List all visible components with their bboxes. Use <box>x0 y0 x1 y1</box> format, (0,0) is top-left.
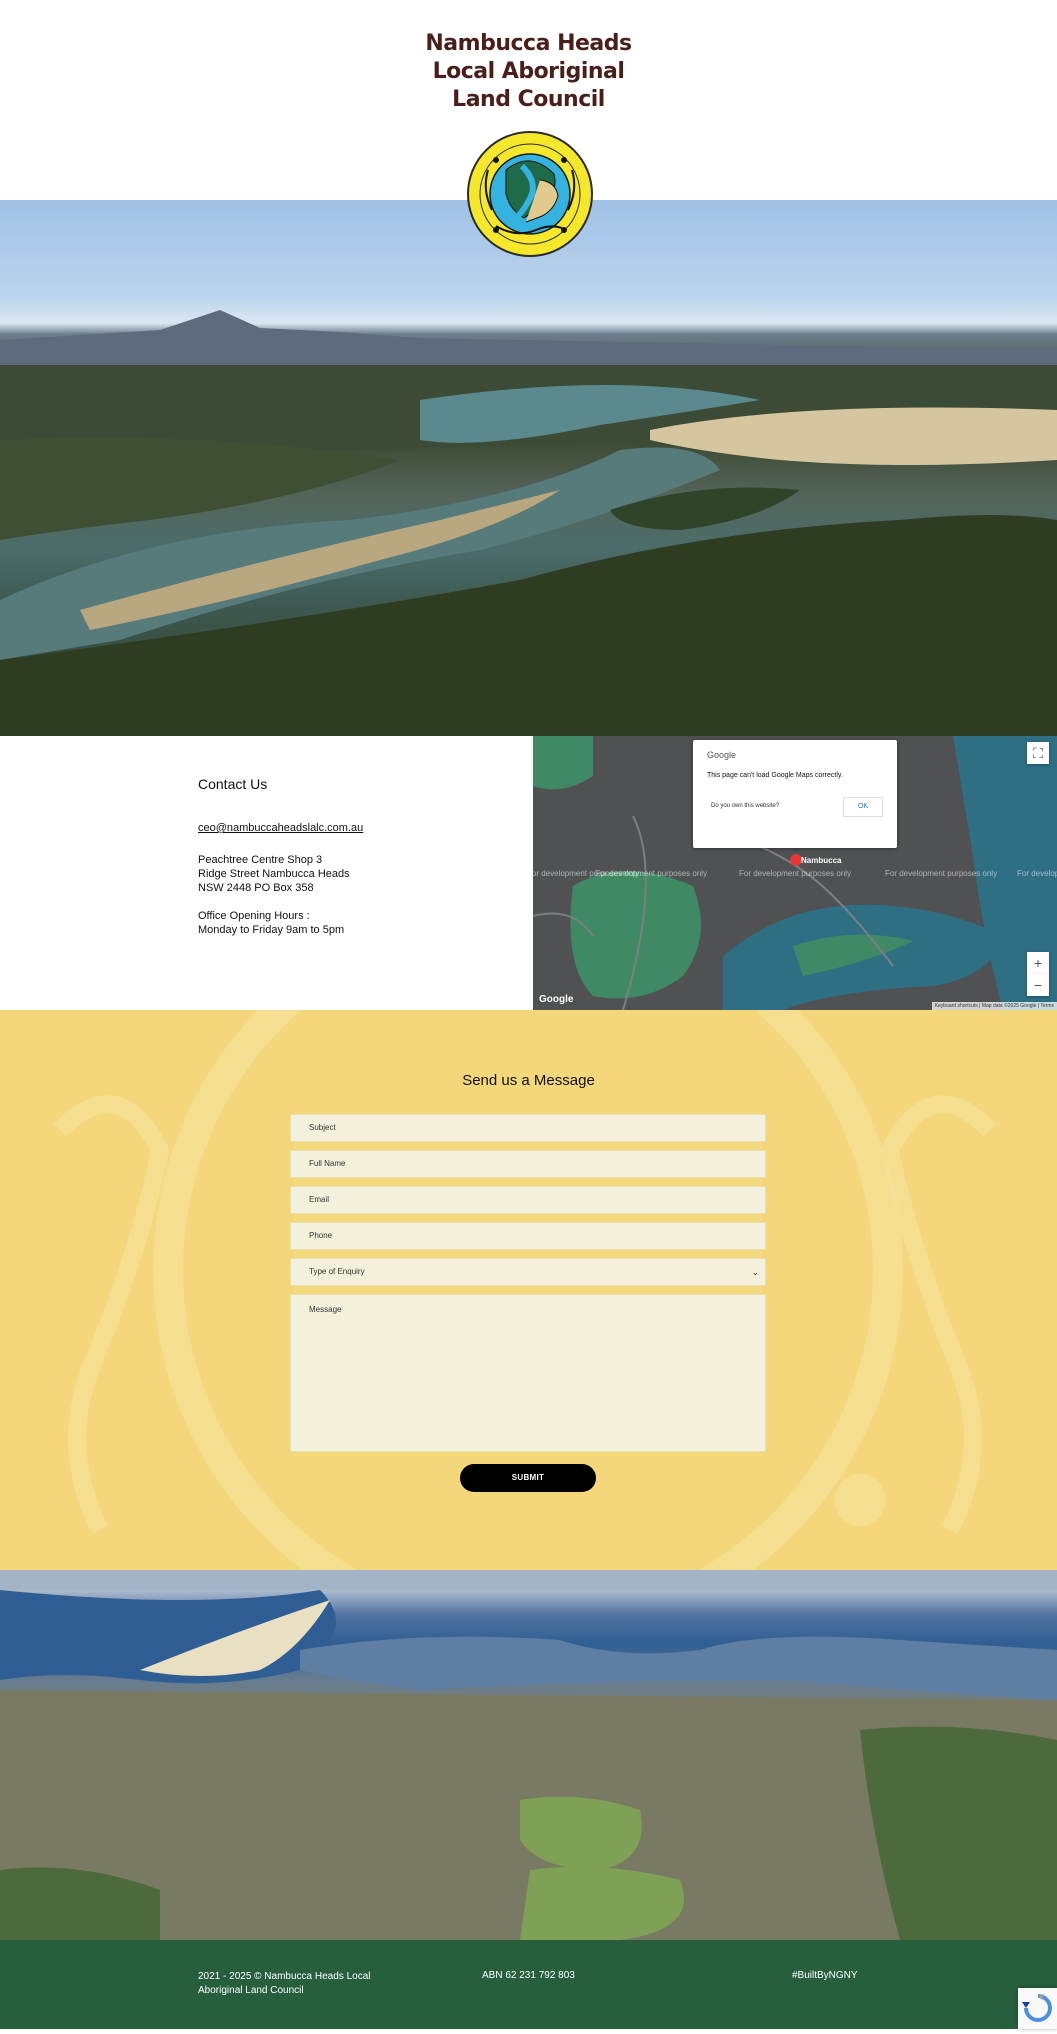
footer-built-by-link[interactable]: #BuiltByNGNY <box>792 1970 858 1981</box>
hours-value: Monday to Friday 9am to 5pm <box>198 924 345 936</box>
address-line-2: Ridge Street Nambucca Heads <box>198 868 350 880</box>
brand-line-2: Local Aboriginal <box>432 59 625 84</box>
contact-email-link[interactable]: ceo@nambuccaheadslalc.com.au <box>198 822 363 834</box>
hours-label: Office Opening Hours : <box>198 910 310 922</box>
map-fullscreen-icon[interactable]: ⛶ <box>1027 742 1049 764</box>
map-watermark-2: For development purposes only <box>595 869 708 878</box>
map-attribution[interactable]: Keyboard shortcuts | Map data ©2025 Goog… <box>931 1002 1057 1010</box>
address-line-1: Peachtree Centre Shop 3 <box>198 854 323 866</box>
chevron-down-icon: ⌄ <box>751 1267 759 1277</box>
map-error-message: This page can't load Google Maps correct… <box>707 772 843 779</box>
map-place-label: Nambucca <box>801 856 842 865</box>
contact-title: Contact Us <box>198 776 268 792</box>
brand-line-3: Land Council <box>452 87 605 112</box>
subject-input[interactable]: Subject <box>290 1114 766 1142</box>
message-textarea[interactable]: Message <box>290 1294 766 1452</box>
map-zoom-in-button[interactable]: + <box>1027 952 1049 974</box>
map-dialog-google-label: Google <box>707 750 737 760</box>
map-watermark-4: For development purposes only <box>885 869 998 878</box>
town-aerial-photo <box>0 1570 1057 1940</box>
site-brand-title[interactable]: Nambucca Heads Local Aboriginal Land Cou… <box>0 30 1057 114</box>
site-footer: 2021 - 2025 © Nambucca Heads Local Abori… <box>0 1940 1057 2029</box>
google-map[interactable]: For development purposes only For develo… <box>533 736 1057 1010</box>
map-zoom-out-button[interactable]: − <box>1027 974 1049 996</box>
email-input[interactable]: Email <box>290 1186 766 1214</box>
message-form-section: Send us a Message Subject Full Name Emai… <box>0 1010 1057 1570</box>
map-watermark-5: For development purposes only <box>1017 869 1057 878</box>
hero-river-photo <box>0 200 1057 736</box>
land-council-logo[interactable] <box>466 130 594 258</box>
map-ok-button[interactable]: OK <box>843 797 883 817</box>
phone-input[interactable]: Phone <box>290 1222 766 1250</box>
brand-line-1: Nambucca Heads <box>425 31 632 56</box>
map-own-website-question[interactable]: Do you own this website? <box>711 803 779 809</box>
map-google-logo[interactable]: Google <box>539 994 573 1005</box>
full-name-input[interactable]: Full Name <box>290 1150 766 1178</box>
enquiry-type-select[interactable]: Type of Enquiry ⌄ <box>290 1258 766 1286</box>
enquiry-type-value: Type of Enquiry <box>309 1267 365 1276</box>
footer-copyright: 2021 - 2025 © Nambucca Heads Local Abori… <box>198 1971 371 1996</box>
address-line-3: NSW 2448 PO Box 358 <box>198 882 314 894</box>
recaptcha-badge[interactable] <box>1018 1988 1057 2029</box>
recaptcha-icon <box>1022 1994 1052 2022</box>
map-watermark-3: For development purposes only <box>739 869 852 878</box>
form-title: Send us a Message <box>462 1072 595 1089</box>
map-error-dialog: Google This page can't load Google Maps … <box>693 740 897 848</box>
footer-abn: ABN 62 231 792 803 <box>482 1970 575 1981</box>
submit-button[interactable]: SUBMIT <box>460 1464 596 1492</box>
contact-section: Contact Us ceo@nambuccaheadslalc.com.au … <box>0 736 533 1010</box>
